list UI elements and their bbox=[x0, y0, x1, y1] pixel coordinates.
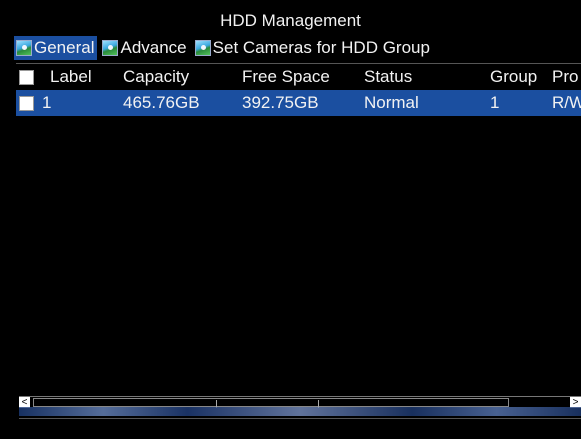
scrollbar-thumb[interactable] bbox=[33, 398, 509, 408]
divider bbox=[19, 418, 581, 419]
tab-bar: General Advance Set Cameras for HDD Grou… bbox=[14, 36, 436, 60]
row-checkbox[interactable] bbox=[19, 96, 34, 111]
tab-set-cameras[interactable]: Set Cameras for HDD Group bbox=[193, 36, 433, 60]
row-label: 1 bbox=[42, 93, 52, 112]
tab-set-cameras-label: Set Cameras for HDD Group bbox=[212, 38, 430, 57]
tab-image-icon bbox=[16, 40, 32, 56]
select-all-checkbox[interactable] bbox=[19, 70, 34, 85]
table-header: Label Capacity Free Space Status Group P… bbox=[16, 63, 581, 90]
decorative-reflection-strip bbox=[19, 407, 581, 416]
tab-advance[interactable]: Advance bbox=[100, 36, 189, 60]
row-group: 1 bbox=[490, 93, 500, 112]
tab-advance-label: Advance bbox=[120, 38, 187, 57]
table-row[interactable]: 1 465.76GB 392.75GB Normal 1 R/W bbox=[16, 90, 581, 116]
tab-image-icon bbox=[102, 40, 119, 56]
window-title: HDD Management bbox=[220, 11, 361, 30]
tab-general-label: General bbox=[34, 38, 95, 57]
row-property: R/W bbox=[552, 93, 581, 112]
column-header-status[interactable]: Status bbox=[364, 64, 412, 90]
column-header-free-space[interactable]: Free Space bbox=[242, 64, 330, 90]
row-status: Normal bbox=[364, 93, 419, 112]
column-header-label[interactable]: Label bbox=[50, 64, 92, 90]
hdd-table: Label Capacity Free Space Status Group P… bbox=[16, 63, 581, 116]
tab-image-icon bbox=[194, 40, 211, 56]
column-header-group[interactable]: Group bbox=[490, 64, 537, 90]
row-free-space: 392.75GB bbox=[242, 93, 319, 112]
column-header-property[interactable]: Pro bbox=[552, 64, 578, 90]
hdd-management-window: HDD Management General Advance Set Camer… bbox=[0, 0, 581, 439]
row-capacity: 465.76GB bbox=[123, 93, 200, 112]
tab-general[interactable]: General bbox=[14, 36, 98, 60]
column-header-capacity[interactable]: Capacity bbox=[123, 64, 189, 90]
